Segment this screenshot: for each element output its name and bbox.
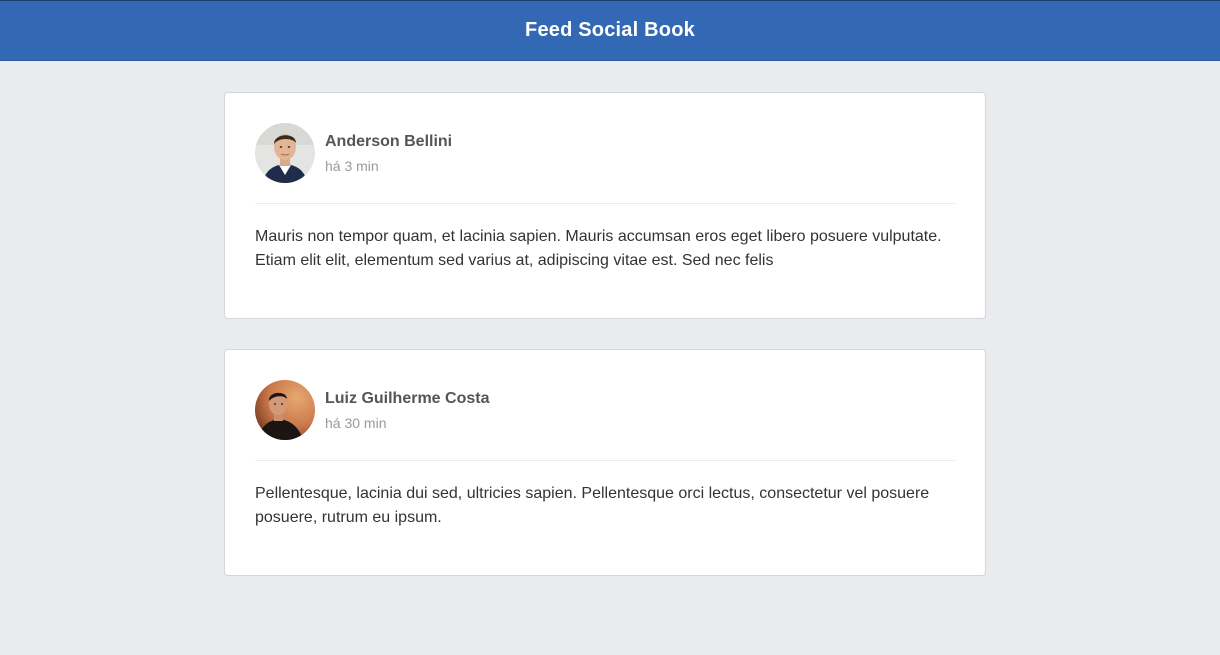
author-name[interactable]: Anderson Bellini — [325, 133, 452, 151]
post-text: Mauris non tempor quam, et lacinia sapie… — [255, 228, 942, 269]
post-header: Anderson Bellini há 3 min — [255, 123, 955, 183]
top-bar: Feed Social Book — [0, 0, 1220, 61]
divider — [255, 460, 955, 461]
divider — [255, 203, 955, 204]
avatar[interactable] — [255, 123, 315, 183]
post-card: Luiz Guilherme Costa há 30 min Pellentes… — [224, 349, 986, 576]
post-header: Luiz Guilherme Costa há 30 min — [255, 380, 955, 440]
post-time: há 30 min — [325, 415, 387, 431]
author-name[interactable]: Luiz Guilherme Costa — [325, 390, 489, 408]
page-title: Feed Social Book — [525, 19, 695, 41]
post-card: Anderson Bellini há 3 min Mauris non tem… — [224, 92, 986, 319]
post-text: Pellentesque, lacinia dui sed, ultricies… — [255, 485, 930, 526]
user-photo-icon — [255, 380, 315, 440]
post-time: há 3 min — [325, 158, 379, 174]
user-photo-icon — [255, 123, 315, 183]
avatar[interactable] — [255, 380, 315, 440]
